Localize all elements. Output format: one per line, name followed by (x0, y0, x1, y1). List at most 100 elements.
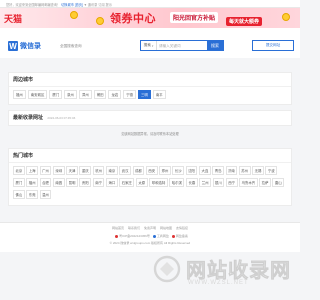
hot-city-chip[interactable]: 长沙 (172, 166, 185, 175)
hot-city-chip[interactable]: 南宁 (92, 178, 105, 187)
footer-link[interactable]: 网站地图 (160, 226, 172, 230)
top-bar: 您好，欢迎来到全国邮编网邮编查询！ 切换城市 [首页] ▼ 通讯录 订阅 提示 (0, 0, 300, 8)
banner-brand: 天猫 (4, 15, 23, 25)
coin-icon (282, 13, 290, 21)
recent-time: 2024-06-03 07:45:46 (47, 116, 76, 120)
hot-cities-panel: 热门城市 北京 上海 广州 深圳 天津 重庆 杭州 南京 武汉 成都 西安 郑州 长沙 沈阳 大连 青岛 济南苏… (8, 148, 292, 206)
hot-city-chip[interactable]: 东莞 (26, 190, 39, 199)
hot-city-chip[interactable]: 武汉 (119, 166, 132, 175)
hot-city-chip[interactable]: 贵阳 (79, 178, 92, 187)
recent-title-text: 最新收录网址 (13, 115, 44, 121)
footer-link[interactable]: 免责声明 (144, 226, 156, 230)
hot-city-chip[interactable]: 温州 (39, 190, 52, 199)
hot-city-chip[interactable]: 天津 (66, 166, 78, 175)
hot-city-chip[interactable]: 唐山 (272, 178, 285, 187)
nearby-city-chip[interactable]: 南安城区 (27, 90, 48, 99)
hot-city-chip[interactable]: 昆明 (66, 178, 78, 187)
empty-notice: 如该网站数据异常，请及时联系本站处理 (121, 132, 179, 136)
hot-city-chip[interactable]: 厦门 (13, 178, 25, 187)
hot-city-chip[interactable]: 沈阳 (185, 166, 198, 175)
nearby-city-chip[interactable]: 龙岩 (108, 90, 122, 99)
nearby-cities-title: 周边城市 (9, 73, 291, 87)
site-header: W 微信录 全国搜索查询 搜索 ▾ 搜索 提交网址 (0, 28, 300, 58)
police-badge-icon (115, 234, 119, 238)
watermark-text: 网站收录网 (186, 258, 291, 283)
nearby-city-chip[interactable]: 厦门 (49, 90, 63, 99)
hot-city-chip[interactable]: 石家庄 (119, 178, 135, 187)
search-button[interactable]: 搜索 (207, 41, 223, 50)
nearby-city-chip[interactable]: 莆田 (93, 90, 107, 99)
hot-city-chip[interactable]: 济南 (225, 166, 238, 175)
hot-cities-list: 北京 上海 广州 深圳 天津 重庆 杭州 南京 武汉 成都 西安 郑州 长沙 沈阳 大连 青岛 济南 苏州 无锡 宁波… (9, 163, 291, 205)
nearby-city-chip[interactable]: 宁德 (123, 90, 137, 99)
banner-promo: 阳光回官方补贴 (170, 12, 219, 23)
recent-title: 最新收录网址 2024-06-03 07:45:46 (9, 111, 291, 124)
hot-city-chip[interactable]: 西安 (145, 166, 158, 175)
nearby-city-chip[interactable]: 福州 (13, 90, 26, 99)
nearby-city-chip[interactable]: 泉州 (64, 90, 77, 99)
hot-city-chip[interactable]: 南昌 (52, 178, 65, 187)
hot-city-chip[interactable]: 南京 (105, 166, 118, 175)
hot-city-chip[interactable]: 深圳 (52, 166, 65, 175)
hot-city-chip[interactable]: 北京 (13, 166, 25, 175)
search-box: 搜索 ▾ 搜索 (140, 40, 224, 51)
site-footer: 网站首页 联系我们 免责声明 网站地图 友情链接 粤ICP备2022123456号 工商… (0, 222, 300, 252)
hot-city-chip[interactable]: 长春 (185, 178, 198, 187)
hot-city-chip[interactable]: 银川 (212, 178, 225, 187)
hot-city-chip[interactable]: 海口 (105, 178, 118, 187)
footer-icp: 粤ICP备2022123456号 工商网监 网监备案 (0, 234, 300, 238)
icp-record[interactable]: 网监备案 (176, 234, 188, 238)
hot-city-chip[interactable]: 成都 (132, 166, 145, 175)
icp-monitor[interactable]: 工商网监 (157, 234, 169, 238)
police-badge-icon (171, 234, 175, 238)
nearby-city-chip[interactable]: 三明 (138, 90, 151, 99)
hot-city-chip[interactable]: 大连 (198, 166, 211, 175)
submit-site-button[interactable]: 提交网址 (252, 40, 294, 51)
hot-city-chip[interactable]: 太原 (135, 178, 148, 187)
hot-city-chip[interactable]: 乌鲁木齐 (239, 178, 258, 187)
chevron-down-icon: ▾ (151, 43, 154, 48)
ad-banner[interactable]: 天猫 领券中心 阳光回官方补贴 每天就大额券 (0, 8, 300, 28)
search-scope-label: 搜索 (143, 43, 151, 47)
copyright: © 2024 微信录 wxlgroups.com 版权所有 All Rights… (109, 241, 191, 245)
hot-city-chip[interactable]: 佛山 (13, 190, 25, 199)
hot-city-chip[interactable]: 合肥 (39, 178, 52, 187)
hot-city-chip[interactable]: 宁波 (265, 166, 278, 175)
hot-city-chip[interactable]: 哈尔滨 (169, 178, 185, 187)
hot-city-chip[interactable]: 广州 (39, 166, 52, 175)
hot-city-chip[interactable]: 杭州 (92, 166, 105, 175)
footer-link[interactable]: 联系我们 (128, 226, 140, 230)
recent-panel: 最新收录网址 2024-06-03 07:45:46 (8, 110, 292, 126)
icp-number[interactable]: 粤ICP备2022123456号 (119, 234, 150, 238)
watermark: 网站收录网 WWW.WZSL.NET (150, 250, 296, 294)
nearby-city-chip[interactable]: 南平 (152, 90, 166, 99)
shield-icon (152, 234, 156, 238)
hot-city-chip[interactable]: 无锡 (252, 166, 264, 175)
hot-city-chip[interactable]: 兰州 (199, 178, 211, 187)
hot-city-chip[interactable]: 呼和浩特 (149, 178, 168, 187)
welcome-text: 您好，欢迎来到全国邮编网邮编查询！ (6, 3, 61, 7)
hot-city-chip[interactable]: 青岛 (212, 166, 224, 175)
banner-cta[interactable]: 每天就大额券 (226, 17, 263, 26)
top-bar-links[interactable]: ▼ 通讯录 订阅 提示 (84, 3, 112, 7)
logo-text: 微信录 (20, 43, 41, 50)
search-input[interactable] (157, 41, 207, 50)
nearby-city-chip[interactable]: 漳州 (78, 90, 92, 99)
top-bar-text: 您好，欢迎来到全国邮编网邮编查询！ 切换城市 [首页] ▼ 通讯录 订阅 提示 (6, 2, 112, 7)
search-scope-dropdown[interactable]: 搜索 ▾ (141, 41, 157, 50)
nearby-cities-panel: 周边城市 福州 南安城区 厦门 泉州 漳州 莆田 龙岩 宁德 三明 南平 (8, 72, 292, 105)
hot-city-chip[interactable]: 郑州 (159, 166, 171, 175)
hot-city-chip[interactable]: 福州 (26, 178, 39, 187)
coin-icon (96, 17, 104, 25)
footer-link[interactable]: 网站首页 (112, 226, 124, 230)
site-logo[interactable]: W 微信录 (8, 41, 41, 51)
hot-city-chip[interactable]: 拉萨 (259, 178, 271, 187)
switch-city-link[interactable]: 切换城市 [首页] (61, 3, 83, 7)
hot-city-chip[interactable]: 西宁 (225, 178, 238, 187)
nearby-cities-list: 福州 南安城区 厦门 泉州 漳州 莆田 龙岩 宁德 三明 南平 (9, 87, 291, 104)
footer-links: 网站首页 联系我们 免责声明 网站地图 友情链接 (0, 226, 300, 230)
hot-city-chip[interactable]: 重庆 (79, 166, 92, 175)
hot-city-chip[interactable]: 苏州 (238, 166, 251, 175)
hot-city-chip[interactable]: 上海 (26, 166, 39, 175)
footer-link[interactable]: 友情链接 (176, 226, 188, 230)
